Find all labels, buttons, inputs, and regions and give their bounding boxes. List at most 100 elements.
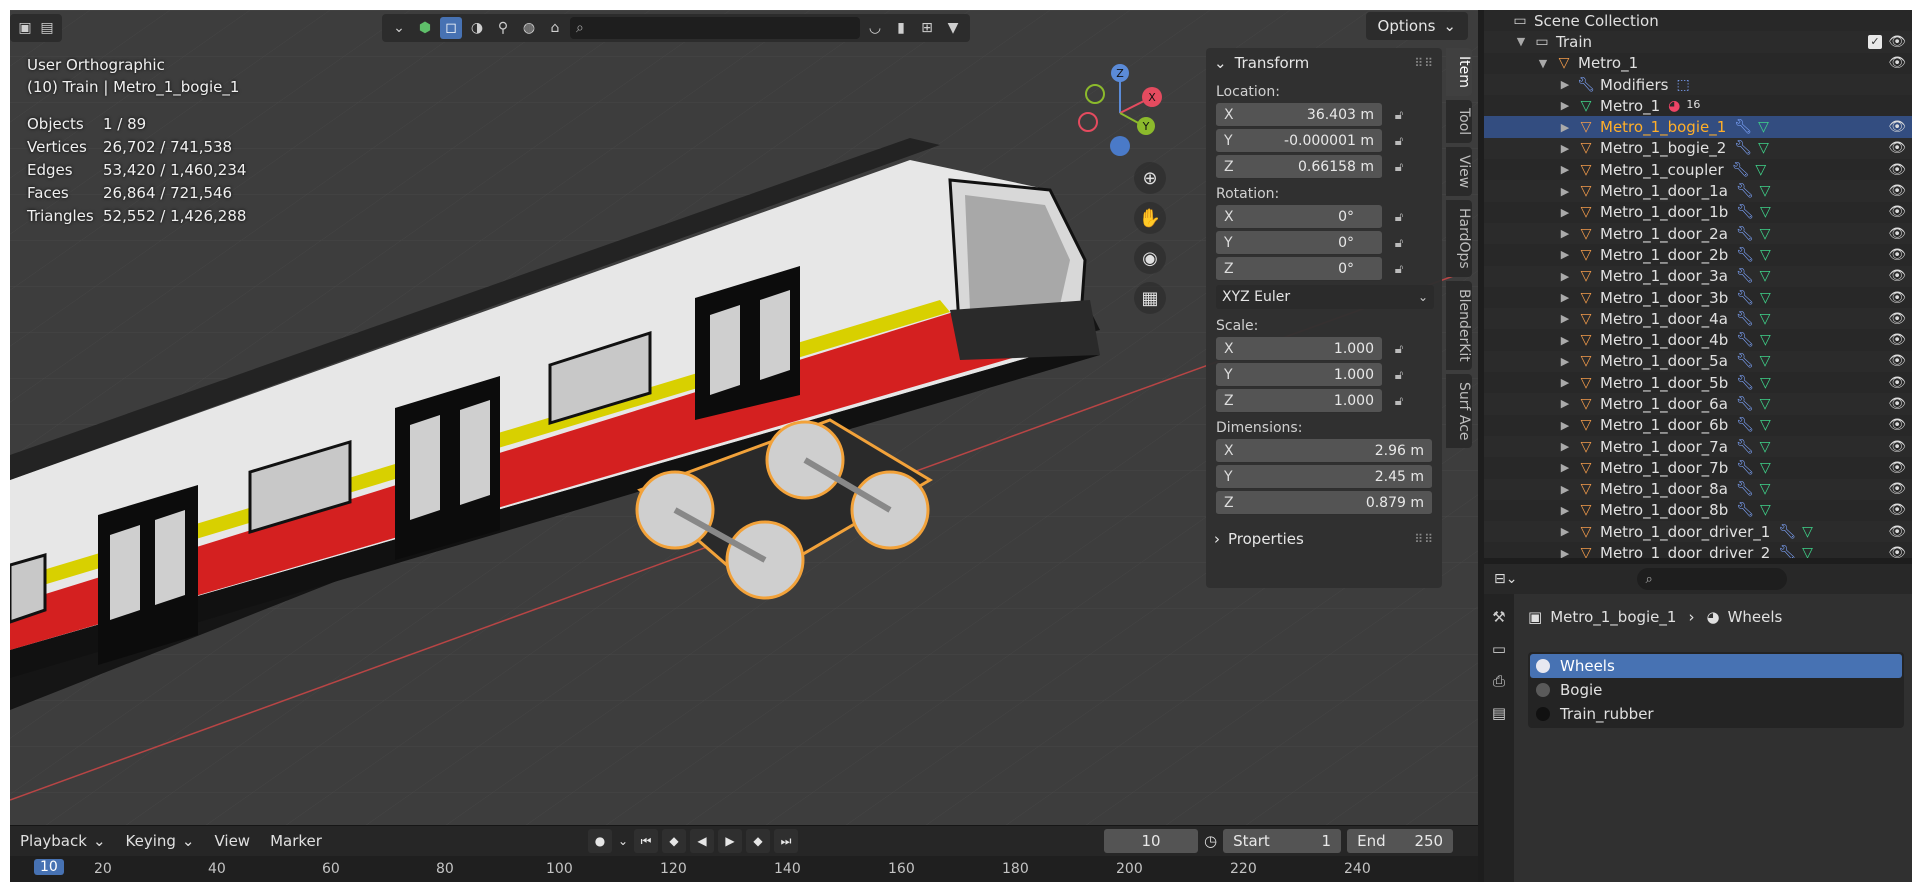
current-frame-field[interactable]: 10 [1104, 829, 1198, 853]
filter-icon[interactable]: ▼ [942, 17, 964, 39]
eye-icon[interactable]: 👁︎ [1888, 140, 1906, 156]
chevron-right-icon[interactable]: ▶ [1558, 376, 1572, 389]
chevron-right-icon[interactable]: ▶ [1558, 163, 1572, 176]
lock-icon[interactable]: 🔓︎ [1390, 366, 1408, 384]
outliner-item[interactable]: ▶ ▽ Metro_1_door_3a 🔧︎ ▽ 👁︎ [1484, 265, 1912, 287]
3d-viewport[interactable]: Z X Y ▣ ▤ ⌄ ⬢ ◻ ◑ ⚲ ◍ ⌂ ⌕ ◡ ▮ ⊞ ▼ Option… [10, 10, 1478, 825]
lock-icon[interactable]: 🔓︎ [1390, 260, 1408, 278]
chevron-right-icon[interactable]: ▶ [1558, 227, 1572, 240]
paint-icon[interactable]: ⌂ [544, 17, 566, 39]
current-frame-marker[interactable]: 10 [34, 859, 64, 875]
rotation-y-field[interactable]: Y 0° [1216, 231, 1382, 255]
prev-keyframe-icon[interactable]: ◆ [662, 829, 686, 853]
scale-y-field[interactable]: Y 1.000 [1216, 363, 1382, 387]
outliner-item[interactable]: ▶ ▽ Metro_1_door_driver_1 🔧︎ ▽ 👁︎ [1484, 521, 1912, 543]
chevron-right-icon[interactable]: ▶ [1558, 440, 1572, 453]
location-z-field[interactable]: Z 0.66158 m [1216, 155, 1382, 179]
lock-icon[interactable]: 🔓︎ [1390, 106, 1408, 124]
location-y-field[interactable]: Y -0.000001 m [1216, 129, 1382, 153]
outliner-item[interactable]: ▶ ▽ Metro_1_door_8b 🔧︎ ▽ 👁︎ [1484, 500, 1912, 521]
outliner-item[interactable]: ▶ ▽ Metro_1_door_5b 🔧︎ ▽ 👁︎ [1484, 372, 1912, 393]
chevron-right-icon[interactable]: ▶ [1558, 185, 1572, 198]
eye-icon[interactable]: 👁︎ [1888, 268, 1906, 284]
material-slot[interactable]: Bogie [1530, 678, 1902, 702]
view-layer-icon[interactable]: ▤ [1492, 704, 1506, 722]
curve-icon[interactable]: ◡ [864, 17, 886, 39]
eye-icon[interactable]: 👁︎ [1888, 204, 1906, 220]
outliner-item[interactable]: ▶ ▽ Metro_1_door_2a 🔧︎ ▽ 👁︎ [1484, 222, 1912, 245]
dimensions-z-field[interactable]: Z 0.879 m [1216, 491, 1432, 515]
hierarchy-icon[interactable]: ⊞ [916, 17, 938, 39]
eye-icon[interactable]: 👁︎ [1888, 353, 1906, 369]
sphere-icon[interactable]: ◍ [518, 17, 540, 39]
view-menu[interactable]: View [204, 832, 260, 850]
outliner-item[interactable]: ▶ ▽ Metro_1_door_6a 🔧︎ ▽ 👁︎ [1484, 393, 1912, 415]
tool-icon[interactable]: ⚒ [1492, 608, 1505, 626]
start-frame-field[interactable]: Start 1 [1223, 829, 1342, 853]
chevron-right-icon[interactable]: ▶ [1558, 78, 1572, 91]
eye-icon[interactable]: 👁︎ [1888, 502, 1906, 518]
rotation-mode-select[interactable]: XYZ Euler ⌄ [1216, 285, 1434, 309]
tab-view[interactable]: View [1446, 147, 1472, 197]
lock-icon[interactable]: 🔓︎ [1390, 132, 1408, 150]
jump-start-icon[interactable]: ⏮ [634, 829, 658, 853]
lock-icon[interactable]: 🔓︎ [1390, 392, 1408, 410]
chevron-right-icon[interactable]: ▶ [1558, 270, 1572, 283]
eye-icon[interactable]: 👁︎ [1888, 375, 1906, 391]
tab-surf-ace[interactable]: Surf Ace [1446, 373, 1472, 449]
outliner-item[interactable]: ▶ ▽ Metro_1_bogie_1 🔧︎ ▽ 👁︎ [1484, 116, 1912, 138]
outliner-item[interactable]: ▶ ▽ Metro_1_door_1a 🔧︎ ▽ 👁︎ [1484, 180, 1912, 202]
chevron-right-icon[interactable]: ▶ [1558, 419, 1572, 432]
outliner-object-metro-1[interactable]: ▼ ▽ Metro_1 👁︎ [1484, 53, 1912, 74]
outliner-item[interactable]: ▶ ▽ Metro_1_door_4b 🔧︎ ▽ 👁︎ [1484, 329, 1912, 350]
chevron-right-icon[interactable]: ▶ [1558, 206, 1572, 219]
chevron-down-icon[interactable]: ▼ [1536, 57, 1550, 70]
chevron-right-icon[interactable]: ▶ [1558, 248, 1572, 261]
material-slot[interactable]: Train_rubber [1530, 702, 1902, 726]
select-box-icon[interactable]: ▣ [16, 17, 34, 39]
eye-icon[interactable]: 👁︎ [1888, 119, 1906, 135]
lock-icon[interactable]: 🔓︎ [1390, 340, 1408, 358]
select-mode-icon[interactable]: ▤ [38, 17, 56, 39]
scale-z-field[interactable]: Z 1.000 [1216, 389, 1382, 413]
outliner-item[interactable]: ▶ ▽ Metro_1_door_7b 🔧︎ ▽ 👁︎ [1484, 457, 1912, 478]
select-tool-icon[interactable]: ◻ [440, 17, 462, 39]
location-x-field[interactable]: X 36.403 m [1216, 103, 1382, 127]
chevron-right-icon[interactable]: ▶ [1558, 334, 1572, 347]
material-slot[interactable]: Wheels [1530, 654, 1902, 678]
chevron-right-icon[interactable]: ▶ [1558, 99, 1572, 112]
zoom-icon[interactable]: ⊕ [1134, 162, 1166, 194]
drag-handle-icon[interactable]: ⠿⠿ [1414, 532, 1434, 546]
wireframe-icon[interactable]: ◑ [466, 17, 488, 39]
overlay-dropdown-icon[interactable]: ⌄ [388, 17, 410, 39]
gizmo-color-icon[interactable]: ⬢ [414, 17, 436, 39]
dimensions-x-field[interactable]: X 2.96 m [1216, 439, 1432, 463]
tab-tool[interactable]: Tool [1446, 99, 1472, 144]
eye-icon[interactable]: 👁︎ [1888, 417, 1906, 433]
outliner-item[interactable]: ▶ ▽ Metro_1_door_8a 🔧︎ ▽ 👁︎ [1484, 478, 1912, 500]
chevron-down-icon[interactable]: ▼ [1514, 35, 1528, 48]
chevron-right-icon[interactable]: ▶ [1558, 291, 1572, 304]
outliner-item[interactable]: ▶ ▽ Metro_1_door_driver_2 🔧︎ ▽ 👁︎ [1484, 542, 1912, 558]
outliner-item[interactable]: ▶ ▽ Metro_1_door_2b 🔧︎ ▽ 👁︎ [1484, 244, 1912, 265]
lock-icon[interactable]: 🔓︎ [1390, 234, 1408, 252]
chevron-right-icon[interactable]: ▶ [1558, 547, 1572, 558]
eye-icon[interactable]: 👁︎ [1888, 396, 1906, 412]
outliner-item[interactable]: ▶ ▽ Metro_1_door_6b 🔧︎ ▽ 👁︎ [1484, 415, 1912, 436]
eye-icon[interactable]: 👁︎ [1888, 481, 1906, 497]
clock-icon[interactable]: ◷ [1204, 832, 1217, 850]
tab-hardops[interactable]: HardOps [1446, 200, 1472, 278]
brush-icon[interactable]: ⚲ [492, 17, 514, 39]
frame-ruler[interactable]: 10 20 40 60 80 100 120 140 160 180 200 2… [10, 856, 1478, 882]
eye-icon[interactable]: 👁︎ [1888, 162, 1906, 178]
chevron-right-icon[interactable]: ▶ [1558, 142, 1572, 155]
dimensions-y-field[interactable]: Y 2.45 m [1216, 465, 1432, 489]
play-icon[interactable]: ▶ [718, 829, 742, 853]
scale-x-field[interactable]: X 1.000 [1216, 337, 1382, 361]
breadcrumb-object[interactable]: Metro_1_bogie_1 [1550, 608, 1676, 626]
eye-icon[interactable]: 👁︎ [1888, 311, 1906, 327]
chevron-right-icon[interactable]: ▶ [1558, 483, 1572, 496]
playback-menu[interactable]: Playback ⌄ [10, 832, 116, 850]
outliner-scene-collection[interactable]: ▭ Scene Collection [1484, 10, 1912, 31]
eye-icon[interactable]: 👁︎ [1888, 332, 1906, 348]
